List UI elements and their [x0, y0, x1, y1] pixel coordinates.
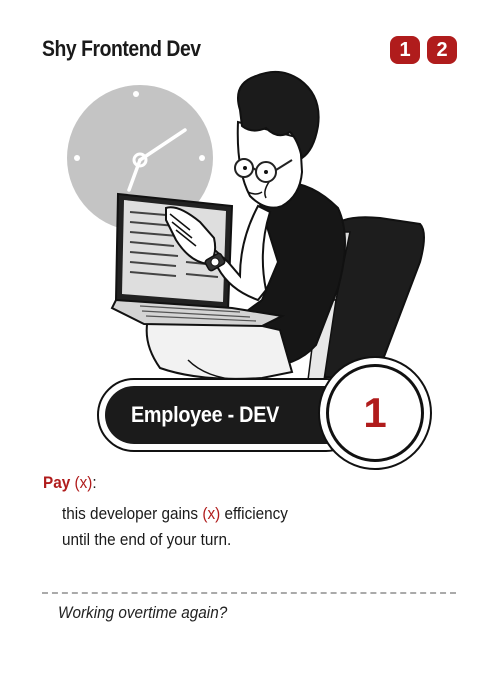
pay-colon: :	[92, 473, 97, 492]
cost-circle-ring: 1	[326, 364, 424, 462]
ability-line-duration: until the end of your turn.	[62, 530, 232, 549]
flavor-text: Working overtime again?	[58, 603, 228, 622]
cost-circle: 1	[318, 356, 432, 470]
cost-value: 1	[363, 389, 387, 436]
ability-line-gain: this developer gains (x) efficiency	[62, 501, 288, 527]
pay-keyword: Pay	[43, 473, 71, 492]
gain-text-start: this developer gains	[62, 504, 203, 523]
gain-text-end: efficiency	[220, 504, 288, 523]
ability-text: Pay (x): this developer gains (x) effici…	[43, 470, 313, 553]
ability-line-pay: Pay (x):	[43, 470, 286, 496]
pay-variable: (x)	[74, 473, 93, 492]
gain-variable: (x)	[202, 504, 221, 523]
dashed-divider	[42, 592, 456, 594]
developer-illustration	[67, 70, 425, 381]
role-label: Employee - DEV	[131, 402, 280, 427]
